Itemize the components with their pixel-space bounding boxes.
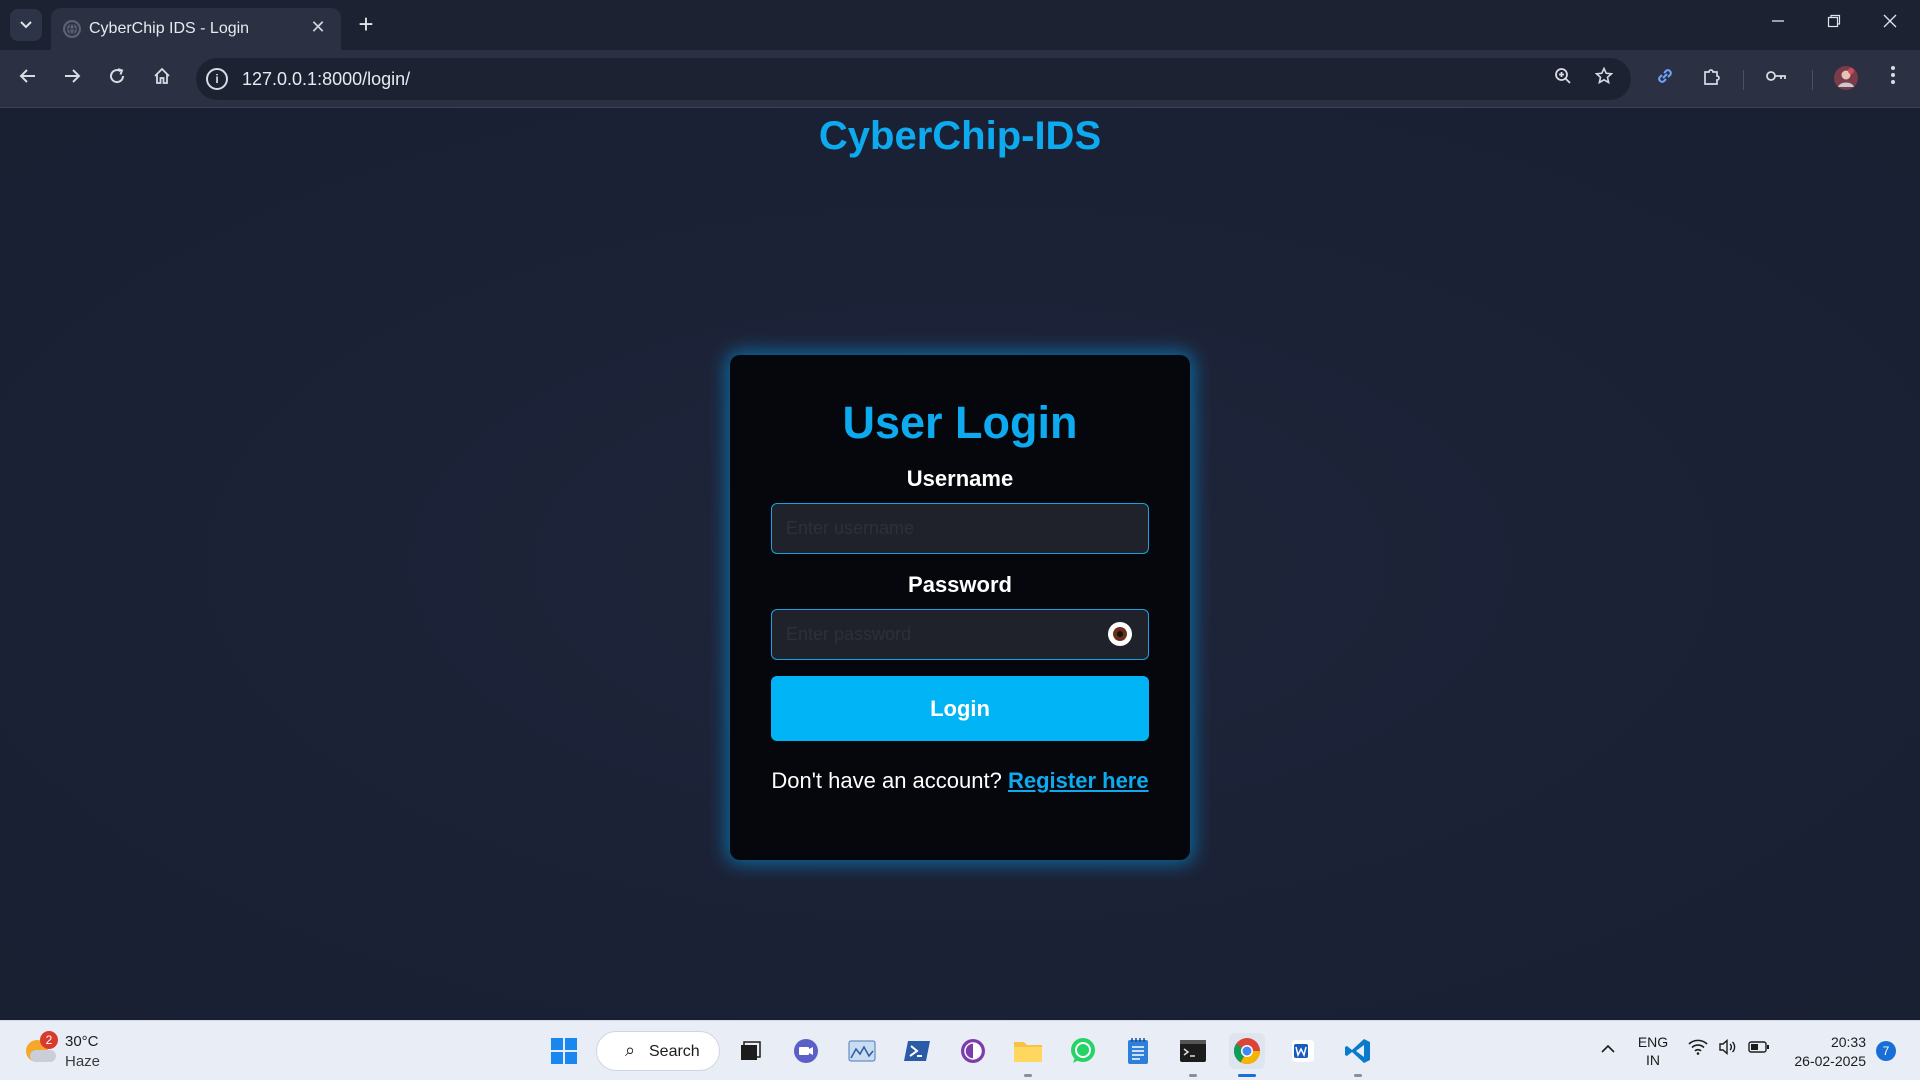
login-card: User Login Username Password Login Don't… xyxy=(730,355,1190,860)
password-key-icon[interactable] xyxy=(1762,65,1790,93)
address-bar[interactable]: i 127.0.0.1:8000/login/ xyxy=(196,58,1631,100)
powershell-icon[interactable] xyxy=(899,1033,935,1069)
username-label: Username xyxy=(906,466,1014,491)
username-field[interactable] xyxy=(771,503,1149,554)
password-field[interactable] xyxy=(771,609,1149,660)
username-input[interactable] xyxy=(786,504,1106,552)
password-label: Password xyxy=(908,572,1012,597)
password-input[interactable] xyxy=(786,610,1106,658)
toolbar-divider xyxy=(1743,70,1744,90)
close-window-icon[interactable] xyxy=(1868,8,1912,40)
weather-description[interactable]: Haze xyxy=(65,1053,100,1070)
battery-icon[interactable] xyxy=(1748,1039,1770,1059)
login-button[interactable]: Login xyxy=(771,676,1149,741)
terminal-icon[interactable] xyxy=(1175,1033,1211,1069)
toggle-password-eye-icon[interactable] xyxy=(1108,622,1132,646)
volume-icon[interactable] xyxy=(1718,1038,1738,1060)
file-explorer-icon[interactable] xyxy=(1010,1033,1046,1069)
more-menu-icon[interactable] xyxy=(1879,65,1907,93)
tab-search-button[interactable] xyxy=(10,9,42,41)
running-indicator xyxy=(1189,1074,1197,1077)
chrome-icon[interactable] xyxy=(1229,1033,1265,1069)
vscode-icon[interactable] xyxy=(1340,1033,1376,1069)
home-icon[interactable] xyxy=(146,63,178,95)
star-icon[interactable] xyxy=(1592,66,1616,91)
notepad-icon[interactable] xyxy=(1120,1033,1156,1069)
login-heading: User Login xyxy=(842,397,1078,448)
globe-icon xyxy=(63,20,81,38)
zoom-icon[interactable] xyxy=(1551,67,1575,91)
windows-taskbar: 2 30°C Haze ⌕ Search ENG IN 20:33 26-02-… xyxy=(0,1020,1920,1080)
search-icon: ⌕ xyxy=(625,1040,636,1060)
minimize-icon[interactable] xyxy=(1756,8,1800,40)
browser-tab-active[interactable]: CyberChip IDS - Login ✕ xyxy=(51,8,341,50)
register-link[interactable]: Register here xyxy=(1008,768,1149,793)
link-icon[interactable] xyxy=(1651,65,1679,93)
running-indicator-active xyxy=(1238,1074,1256,1077)
browser-tab-bar: CyberChip IDS - Login ✕ + xyxy=(0,0,1920,50)
language-indicator[interactable]: ENG IN xyxy=(1636,1033,1670,1069)
task-view-icon[interactable] xyxy=(732,1033,768,1069)
register-line: Don't have an account? Register here xyxy=(730,768,1190,794)
meet-video-icon[interactable] xyxy=(788,1033,824,1069)
browser-toolbar: i 127.0.0.1:8000/login/ xyxy=(0,50,1920,108)
tab-title: CyberChip IDS - Login xyxy=(89,20,250,37)
extensions-icon[interactable] xyxy=(1698,65,1726,93)
site-title: CyberChip-IDS xyxy=(818,114,1102,158)
tor-browser-icon[interactable] xyxy=(955,1033,991,1069)
word-icon[interactable] xyxy=(1285,1033,1321,1069)
system-clock[interactable]: 20:33 26-02-2025 xyxy=(1786,1033,1866,1071)
clock-time: 20:33 xyxy=(1830,1034,1866,1050)
taskbar-search-label: Search xyxy=(649,1043,700,1060)
weather-badge: 2 xyxy=(40,1031,58,1049)
site-info-icon[interactable]: i xyxy=(206,68,228,90)
chevron-down-icon xyxy=(20,21,32,29)
url-text[interactable]: 127.0.0.1:8000/login/ xyxy=(242,69,410,90)
wifi-icon[interactable] xyxy=(1688,1039,1708,1060)
register-prompt: Don't have an account? xyxy=(771,768,1002,793)
page-content: CyberChip-IDS User Login Username Passwo… xyxy=(0,108,1920,1020)
weather-temperature[interactable]: 30°C xyxy=(65,1033,99,1050)
running-indicator xyxy=(1354,1074,1362,1077)
profile-avatar[interactable] xyxy=(1832,65,1860,93)
clock-date: 26-02-2025 xyxy=(1794,1053,1866,1069)
language-code: ENG xyxy=(1637,1034,1669,1050)
close-icon[interactable]: ✕ xyxy=(307,16,329,38)
whatsapp-icon[interactable] xyxy=(1065,1033,1101,1069)
taskbar-search[interactable]: ⌕ Search xyxy=(596,1031,720,1071)
language-region: IN xyxy=(1646,1052,1660,1068)
running-indicator xyxy=(1024,1074,1032,1077)
reload-icon[interactable] xyxy=(101,63,133,95)
restore-icon[interactable] xyxy=(1812,8,1856,40)
notification-badge[interactable]: 7 xyxy=(1876,1041,1896,1061)
start-windows-icon[interactable] xyxy=(546,1033,582,1069)
photos-icon[interactable] xyxy=(844,1033,880,1069)
back-arrow-icon[interactable] xyxy=(12,63,44,95)
new-tab-button[interactable]: + xyxy=(352,11,380,39)
toolbar-divider xyxy=(1812,70,1813,90)
chevron-up-icon[interactable] xyxy=(1600,1039,1616,1059)
forward-arrow-icon[interactable] xyxy=(56,63,88,95)
